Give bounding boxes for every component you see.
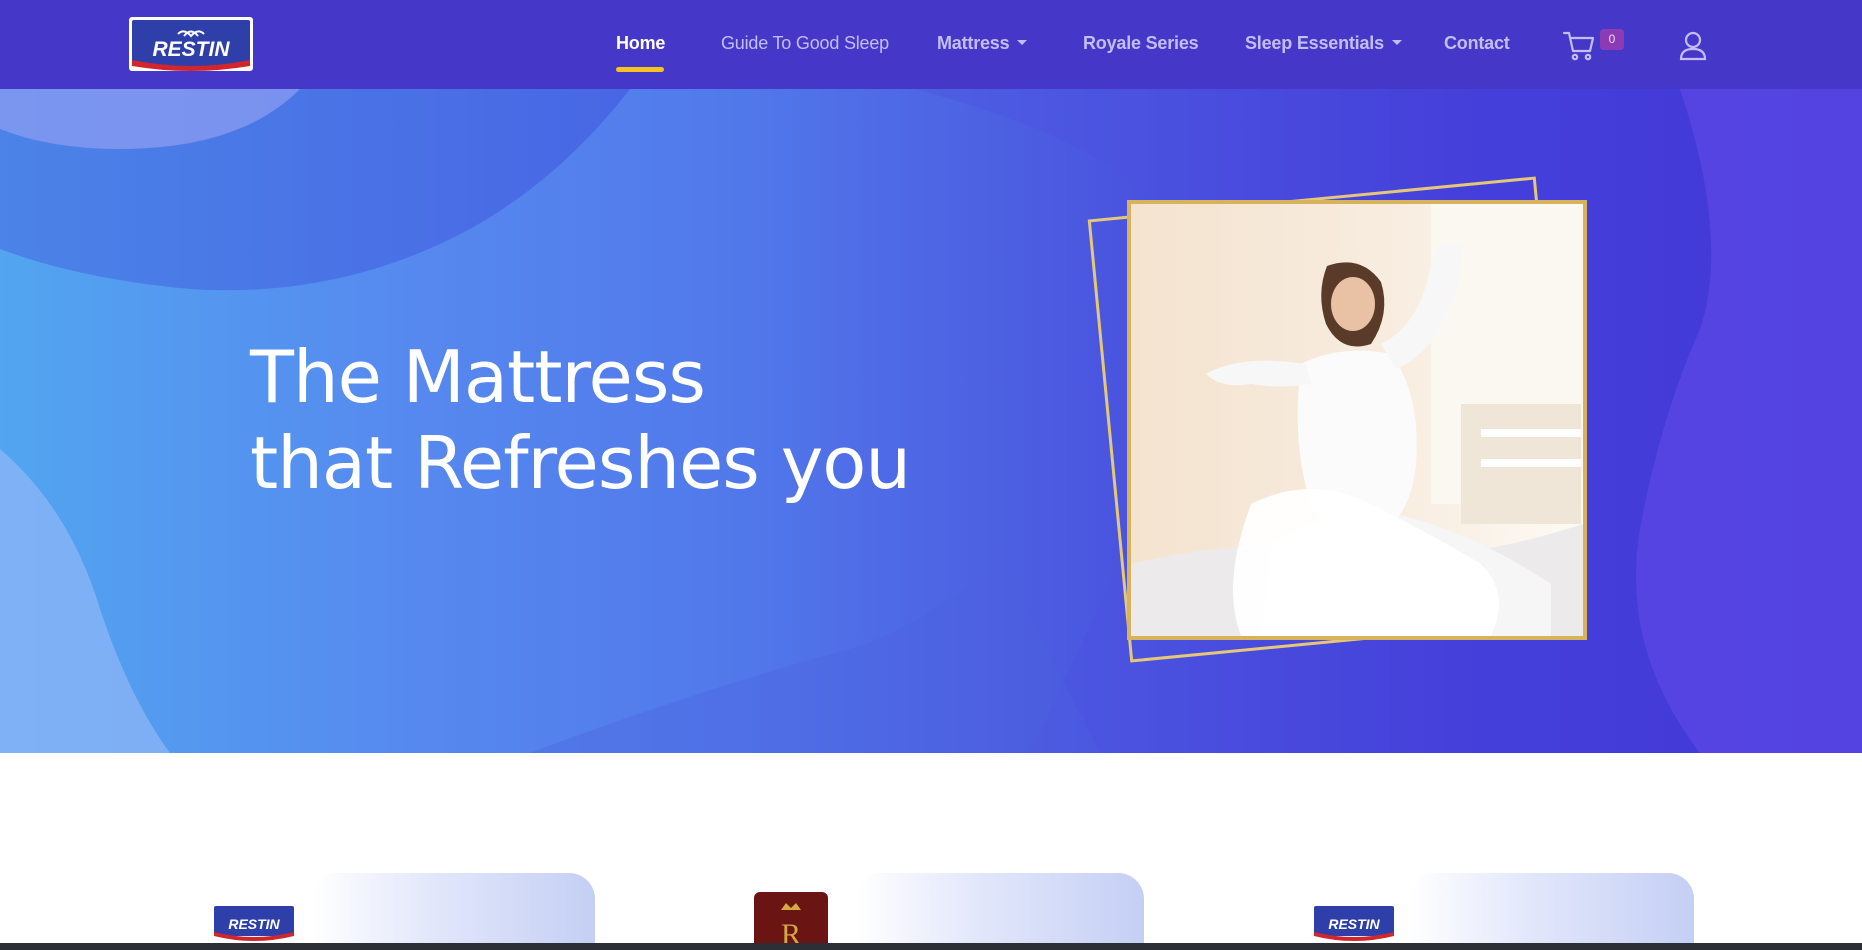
svg-text:RESTIN: RESTIN	[228, 916, 280, 932]
hero-section: The Mattress that Refreshes you	[0, 89, 1862, 753]
page: RESTIN Home Guide To Good Sleep Mattress…	[0, 0, 1862, 950]
user-icon[interactable]	[1678, 30, 1708, 62]
hero-headline: The Mattress that Refreshes you	[250, 334, 911, 506]
nav-sleep-essentials-label: Sleep Essentials	[1245, 33, 1384, 53]
cart-icon[interactable]	[1562, 30, 1596, 62]
restin-logo-card-1: RESTIN	[212, 904, 296, 944]
nav-home[interactable]: Home	[616, 33, 665, 54]
nav-contact-label: Contact	[1444, 33, 1510, 53]
svg-text:RESTIN: RESTIN	[152, 38, 230, 61]
nav-home-label: Home	[616, 33, 666, 53]
feature-card-3[interactable]	[1410, 873, 1694, 950]
nav-guide-to-good-sleep[interactable]: Guide To Good Sleep	[721, 33, 889, 54]
browser-bottom-edge	[0, 943, 1862, 950]
cart-count-badge: 0	[1600, 29, 1624, 50]
svg-text:RESTIN: RESTIN	[1328, 916, 1380, 932]
nav-guide-label: Guide To Good Sleep	[721, 33, 889, 53]
active-nav-underline	[616, 67, 664, 72]
chevron-down-icon	[1391, 39, 1402, 45]
feature-card-1[interactable]	[313, 873, 595, 950]
nav-royale-label: Royale Series	[1083, 33, 1199, 53]
royale-logo-card-2: R	[754, 892, 828, 950]
restin-logo[interactable]: RESTIN	[128, 16, 254, 74]
nav-mattress[interactable]: Mattress	[937, 33, 1028, 54]
nav-sleep-essentials[interactable]: Sleep Essentials	[1245, 33, 1402, 54]
hero-headline-line1: The Mattress	[250, 335, 706, 419]
nav-mattress-label: Mattress	[937, 33, 1010, 53]
restin-logo-card-3: RESTIN	[1312, 904, 1396, 944]
nav-contact[interactable]: Contact	[1444, 33, 1510, 54]
hero-photo	[1127, 200, 1587, 640]
hero-headline-line2: that Refreshes you	[250, 421, 911, 505]
feature-card-2[interactable]	[857, 873, 1144, 950]
top-navbar: RESTIN Home Guide To Good Sleep Mattress…	[0, 0, 1862, 89]
nav-royale-series[interactable]: Royale Series	[1083, 33, 1199, 54]
chevron-down-icon	[1017, 39, 1028, 45]
